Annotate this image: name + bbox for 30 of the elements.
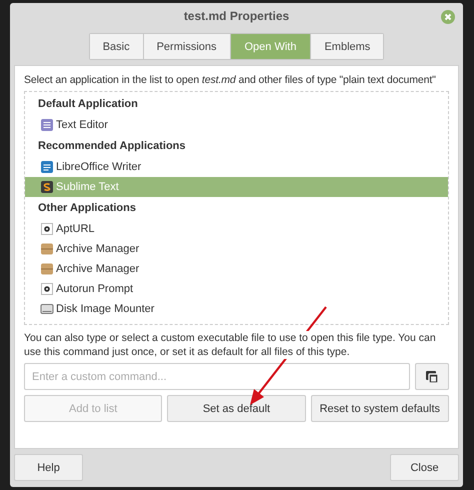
tab[interactable]: Basic: [90, 34, 144, 59]
action-button[interactable]: Reset to system defaults: [310, 395, 449, 422]
letter-s-icon: [40, 180, 54, 194]
section-heading: Default Application: [37, 97, 139, 112]
window-title: test.md Properties: [184, 9, 290, 25]
application-item[interactable]: LibreOffice Writer: [25, 157, 448, 177]
application-item[interactable]: Disk Image Mounter: [25, 299, 448, 319]
tab[interactable]: Emblems: [311, 34, 384, 59]
section-heading: Recommended Applications: [37, 139, 187, 154]
section-heading: Other Applications: [37, 201, 137, 216]
application-item[interactable]: Archive Manager: [25, 239, 448, 259]
application-item[interactable]: Autorun Prompt: [25, 279, 448, 299]
command-field[interactable]: Enter a custom command...: [24, 363, 410, 390]
document-icon: [40, 160, 54, 174]
gear-icon: [40, 222, 54, 236]
instruction-text: Select an application in the list to open test.md and other files of type "plain text document": [24, 74, 437, 86]
application-item[interactable]: Text Editor: [25, 115, 448, 135]
application-item[interactable]: AptURL: [25, 219, 448, 239]
tab[interactable]: Permissions: [144, 34, 230, 59]
action-button[interactable]: Set as default: [167, 395, 306, 422]
browse-button[interactable]: [415, 363, 449, 390]
box-icon: [40, 242, 54, 256]
dialog-button[interactable]: Close: [390, 454, 459, 481]
gear-icon: [40, 282, 54, 296]
drive-icon: [40, 302, 54, 316]
box-icon: [40, 262, 54, 276]
copy-icon: [425, 370, 439, 384]
application-item[interactable]: Archive Manager: [25, 259, 448, 279]
dialog-button[interactable]: Help: [14, 454, 83, 481]
document-icon: [40, 118, 54, 132]
